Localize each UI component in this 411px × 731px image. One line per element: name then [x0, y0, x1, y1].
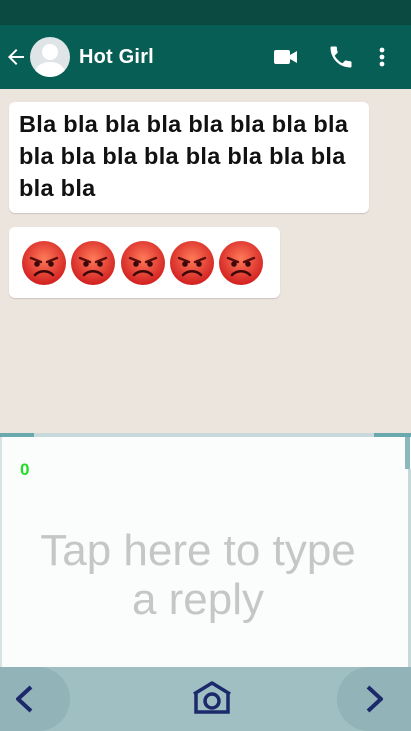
angry-face-icon: [22, 241, 66, 285]
panel-divider: [0, 433, 411, 437]
next-button[interactable]: [337, 667, 411, 731]
video-call-icon[interactable]: [272, 43, 300, 71]
phone-icon[interactable]: [327, 43, 355, 71]
chat-header: Hot Girl: [0, 25, 411, 89]
message-text: Bla bla bla bla bla bla bla bla bla bla …: [19, 111, 349, 201]
previous-icon: [16, 685, 33, 713]
avatar[interactable]: [30, 37, 70, 77]
panel-edge: [0, 437, 2, 677]
chat-area: Bla bla bla bla bla bla bla bla bla bla …: [0, 89, 411, 433]
emoji-message-bubble: [9, 227, 280, 298]
angry-face-icon: [121, 241, 165, 285]
status-bar: [0, 0, 411, 25]
back-arrow-icon[interactable]: [4, 45, 28, 69]
bottom-nav-bar: [0, 667, 411, 731]
contact-name[interactable]: Hot Girl: [79, 46, 154, 69]
scrollbar-thumb[interactable]: [405, 437, 410, 469]
previous-button[interactable]: [0, 667, 70, 731]
message-bubble: Bla bla bla bla bla bla bla bla bla bla …: [9, 102, 369, 213]
reply-placeholder[interactable]: Tap here to type a reply: [40, 526, 356, 624]
angry-face-icon: [170, 241, 214, 285]
character-counter: 0: [20, 460, 30, 479]
more-vert-icon[interactable]: [368, 43, 396, 71]
avatar-placeholder-icon: [34, 44, 66, 77]
angry-face-icon: [71, 241, 115, 285]
home-icon[interactable]: [190, 680, 234, 716]
angry-face-icon: [219, 241, 263, 285]
next-icon: [366, 685, 383, 713]
panel-divider-accent: [0, 433, 34, 437]
